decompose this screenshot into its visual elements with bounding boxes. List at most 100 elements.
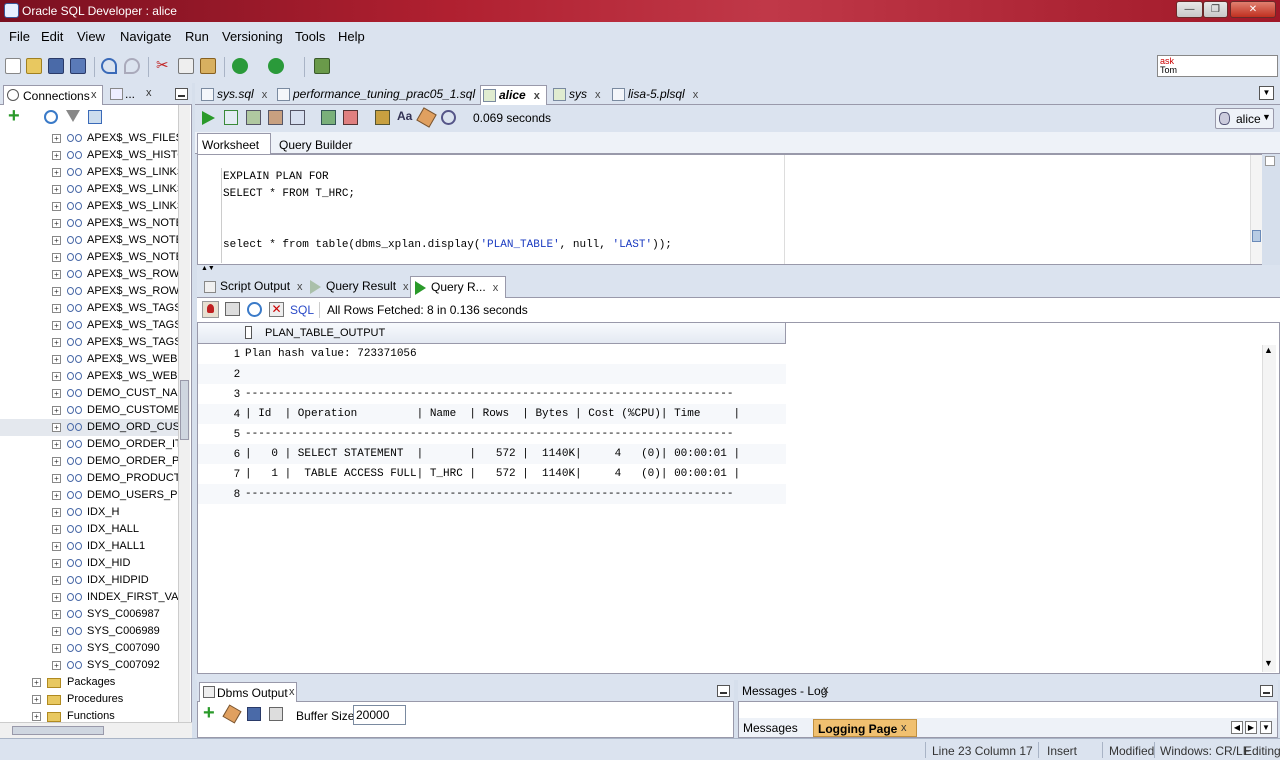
tab-script-output[interactable]: Script Output x <box>200 276 303 298</box>
expand-icon[interactable]: + <box>52 525 61 534</box>
table-row[interactable]: 5 ---------------------------------------… <box>198 424 786 444</box>
minimize-button[interactable]: — <box>1176 1 1203 18</box>
save-icon[interactable] <box>48 58 64 74</box>
tab-sys-sql[interactable]: sys.sql x <box>199 85 271 105</box>
freeze-view-icon[interactable] <box>202 301 219 318</box>
sql-worksheet-icon[interactable] <box>314 58 330 74</box>
enable-dbms-icon[interactable]: + <box>203 703 215 723</box>
expand-icon[interactable]: + <box>52 440 61 449</box>
menu-tools[interactable]: Tools <box>295 29 325 44</box>
tab-query-builder[interactable]: Query Builder <box>279 138 352 152</box>
sql-history-icon[interactable] <box>441 110 456 125</box>
expand-icon[interactable]: + <box>52 593 61 602</box>
tab-script-output-close[interactable]: x <box>297 281 303 293</box>
expand-icon[interactable]: + <box>52 372 61 381</box>
tree-item-index[interactable]: + APEX$_WS_TAGS_ <box>0 334 178 351</box>
tab-sys[interactable]: sys x <box>551 85 607 105</box>
expand-icon[interactable]: + <box>52 491 61 500</box>
table-row[interactable]: 6 | 0 | SELECT STATEMENT | | 572 | 1140K|… <box>198 444 786 464</box>
refresh-icon[interactable] <box>44 110 58 124</box>
table-row[interactable]: 7 | 1 | TABLE ACCESS FULL| T_HRC | 572 | … <box>198 464 786 484</box>
rollback-transaction-icon[interactable] <box>343 110 358 125</box>
scroll-up-icon[interactable]: ▲ <box>1264 345 1273 355</box>
run-statement-icon[interactable] <box>202 111 215 125</box>
tree-item-index[interactable]: + IDX_HID <box>0 555 178 572</box>
table-row[interactable]: 2 <box>198 364 786 384</box>
print-output-icon[interactable] <box>269 707 283 721</box>
buffer-size-input[interactable] <box>353 705 406 725</box>
tree-hscroll-thumb[interactable] <box>12 726 104 735</box>
cancel-fetch-icon[interactable]: ✕ <box>269 302 284 317</box>
run-script-icon[interactable] <box>224 110 238 125</box>
column-header-plan-table-output[interactable]: PLAN_TABLE_OUTPUT <box>265 327 385 339</box>
menu-versioning[interactable]: Versioning <box>222 29 283 44</box>
tab-query-result-close[interactable]: x <box>403 281 409 293</box>
tree-item-index[interactable]: + IDX_H <box>0 504 178 521</box>
tree-item-index[interactable]: + APEX$_WS_NOTES <box>0 249 178 266</box>
commit-transaction-icon[interactable] <box>321 110 336 125</box>
expand-icon[interactable]: + <box>52 406 61 415</box>
tree-item-index[interactable]: + INDEX_FIRST_VAL <box>0 589 178 606</box>
tab-list-dropdown-icon[interactable]: ▼ <box>1259 86 1274 100</box>
expand-icon[interactable]: + <box>52 202 61 211</box>
tab-connections[interactable]: Connections x <box>3 85 103 105</box>
paste-icon[interactable] <box>200 58 216 74</box>
table-row[interactable]: 8 ---------------------------------------… <box>198 484 786 504</box>
tree-item-index[interactable]: + SYS_C007090 <box>0 640 178 657</box>
expand-icon[interactable]: + <box>52 287 61 296</box>
minimize-panel-button[interactable] <box>175 88 188 100</box>
forward-icon[interactable] <box>268 58 284 74</box>
logging-page-close[interactable]: x <box>901 722 907 734</box>
table-row[interactable]: 1 Plan hash value: 723371056 <box>198 344 786 364</box>
tree-item-index[interactable]: + SYS_C006989 <box>0 623 178 640</box>
expand-icon[interactable]: + <box>32 678 41 687</box>
ask-tom-box[interactable]: ask Tom <box>1157 55 1278 77</box>
tab-connections-close[interactable]: x <box>91 89 97 101</box>
tree-item-index[interactable]: + APEX$_WS_TAGS_ <box>0 317 178 334</box>
refresh-results-icon[interactable] <box>247 302 262 317</box>
tree-item-index[interactable]: + APEX$_WS_LINKS_ <box>0 198 178 215</box>
copy-icon[interactable] <box>178 58 194 74</box>
expand-icon[interactable]: + <box>52 168 61 177</box>
tree-folder-packages[interactable]: + Packages <box>0 674 178 691</box>
expand-icon[interactable]: + <box>32 695 41 704</box>
expand-icon[interactable]: + <box>52 423 61 432</box>
clear-icon[interactable] <box>416 107 437 128</box>
tree-item-index[interactable]: + DEMO_ORD_CUST <box>0 419 178 436</box>
expand-icon[interactable]: + <box>52 134 61 143</box>
tab-sys-close[interactable]: x <box>595 89 601 101</box>
filter-icon[interactable] <box>66 110 80 122</box>
expand-icon[interactable]: + <box>52 355 61 364</box>
scroll-down-icon[interactable]: ▼ <box>1264 658 1273 668</box>
expand-icon[interactable]: + <box>52 219 61 228</box>
editor-scrollbar[interactable] <box>1250 155 1262 264</box>
tab-query-result[interactable]: Query Result x <box>306 276 409 298</box>
expand-icon[interactable]: + <box>32 712 41 721</box>
tree-item-index[interactable]: + APEX$_WS_FILES_ <box>0 130 178 147</box>
tab-messages[interactable]: Messages <box>743 721 798 735</box>
cut-icon[interactable]: ✂ <box>156 58 172 74</box>
tree-scroll-thumb[interactable] <box>180 380 189 440</box>
tab-query-result-2-close[interactable]: x <box>493 282 499 294</box>
tree-horizontal-scrollbar[interactable] <box>0 722 192 738</box>
tree-item-index[interactable]: + APEX$_WS_LINKS_ <box>0 164 178 181</box>
tab-list-icon[interactable]: ▼ <box>1260 721 1272 734</box>
menu-edit[interactable]: Edit <box>41 29 63 44</box>
scroll-right-icon[interactable]: ▶ <box>1245 721 1257 734</box>
expand-icon[interactable]: + <box>52 474 61 483</box>
grid-scrollbar[interactable]: ▲ ▼ <box>1262 345 1276 672</box>
tab-reports[interactable]: ... x <box>108 86 158 104</box>
schema-browser-icon[interactable] <box>88 110 102 124</box>
expand-icon[interactable]: + <box>52 627 61 636</box>
save-all-icon[interactable] <box>70 58 86 74</box>
expand-icon[interactable]: + <box>52 338 61 347</box>
menu-file[interactable]: File <box>9 29 30 44</box>
expand-icon[interactable]: + <box>52 321 61 330</box>
to-upper-lower-icon[interactable]: Aa <box>397 109 412 123</box>
redo-icon[interactable] <box>124 58 140 74</box>
tab-dbms-output[interactable]: Dbms Output x <box>199 682 297 702</box>
expand-icon[interactable]: + <box>52 185 61 194</box>
save-output-icon[interactable] <box>247 707 261 721</box>
new-file-icon[interactable] <box>5 58 21 74</box>
tree-item-index[interactable]: + APEX$_WS_HISTO <box>0 147 178 164</box>
